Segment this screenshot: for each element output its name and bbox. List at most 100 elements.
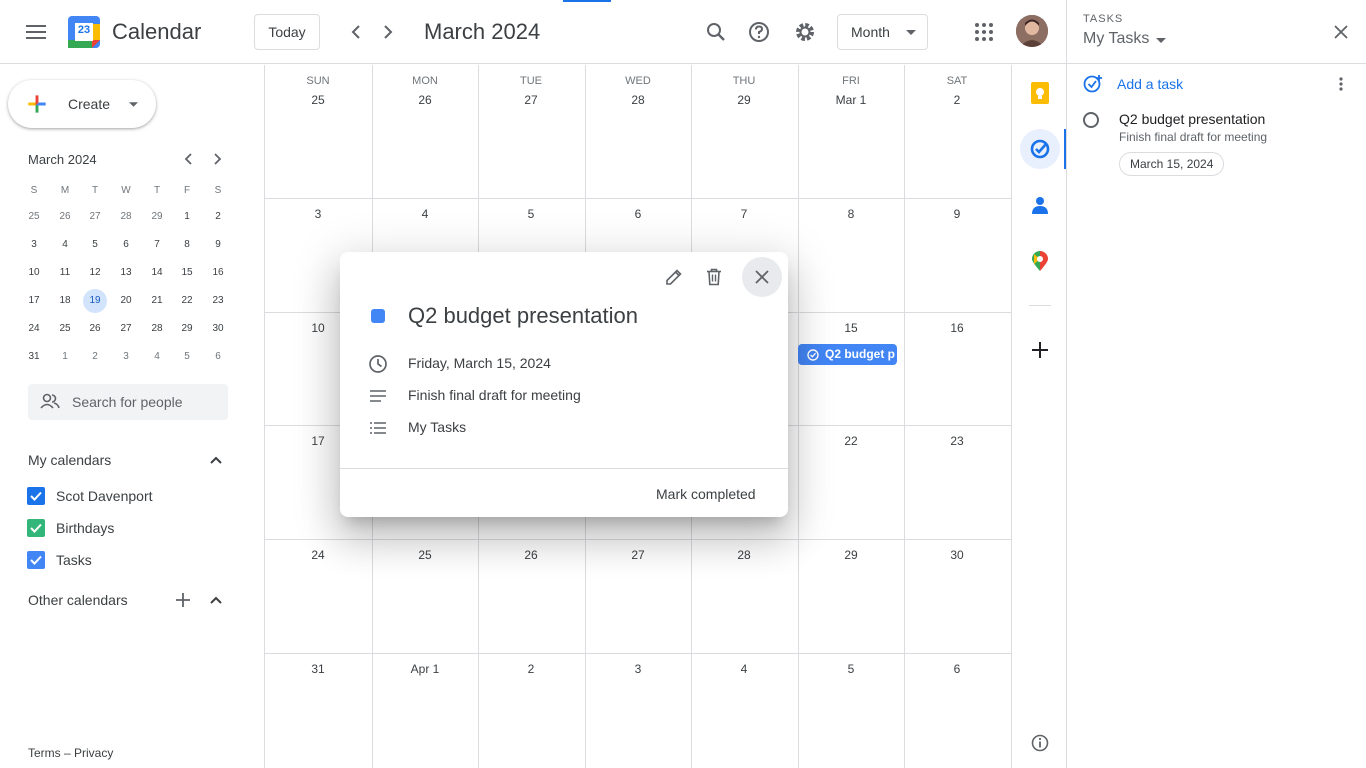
mini-calendar-day[interactable]: 24 [22,317,46,341]
mini-calendar-day[interactable]: 9 [206,233,230,257]
mini-calendar-day[interactable]: 22 [175,289,199,313]
day-number[interactable]: 4 [691,662,797,676]
day-number[interactable]: 26 [478,548,584,562]
today-button[interactable]: Today [254,14,320,50]
calendar-logo[interactable]: 23 [68,16,100,48]
avatar[interactable] [1016,15,1048,47]
task-list-selector[interactable]: My Tasks [1083,30,1183,52]
add-task-button[interactable]: Add a task [1083,72,1283,96]
show-side-panel-info-button[interactable] [1028,731,1052,755]
mini-calendar-day[interactable]: 12 [83,261,107,285]
day-number[interactable]: 5 [478,207,584,221]
day-number[interactable]: 25 [265,93,371,107]
mini-calendar-day[interactable]: 27 [114,317,138,341]
task-complete-checkbox[interactable] [1083,112,1099,128]
day-number[interactable]: 27 [585,548,691,562]
day-number[interactable]: 2 [478,662,584,676]
mini-calendar-day[interactable]: 1 [53,345,77,369]
mini-calendar-day[interactable]: 2 [83,345,107,369]
tasks-button[interactable] [1020,129,1060,169]
day-cell[interactable] [478,65,584,198]
day-number[interactable]: 26 [372,93,478,107]
day-number[interactable]: Apr 1 [372,662,478,676]
day-number[interactable]: 28 [691,548,797,562]
calendar-item-tasks[interactable]: Tasks [27,550,227,570]
day-number[interactable]: 5 [798,662,904,676]
mini-calendar-day[interactable]: 28 [114,205,138,229]
task-list-options-button[interactable] [1331,74,1351,94]
day-number[interactable]: 28 [585,93,691,107]
calendar-checkbox[interactable] [27,551,45,569]
calendar-checkbox[interactable] [27,487,45,505]
mini-calendar-day[interactable]: 25 [53,317,77,341]
task-item[interactable]: Q2 budget presentation Finish final draf… [1067,104,1366,180]
day-number[interactable]: 9 [904,207,1010,221]
contacts-button[interactable] [1020,185,1060,225]
mini-calendar-day[interactable]: 17 [22,289,46,313]
view-selector[interactable]: Month [837,14,928,50]
day-number[interactable]: 6 [585,207,691,221]
day-number[interactable]: 6 [904,662,1010,676]
day-number[interactable]: 7 [691,207,797,221]
day-number[interactable]: 30 [904,548,1010,562]
terms-privacy-links[interactable]: Terms – Privacy [28,746,113,760]
my-calendars-collapse-button[interactable] [204,450,228,470]
create-button[interactable]: Create [8,80,156,128]
calendar-item-scot-davenport[interactable]: Scot Davenport [27,486,227,506]
mini-calendar-day[interactable]: 18 [53,289,77,313]
day-number[interactable]: 2 [904,93,1010,107]
day-cell[interactable] [904,65,1010,198]
day-number[interactable]: 25 [372,548,478,562]
mini-calendar-day[interactable]: 10 [22,261,46,285]
mini-calendar-day[interactable]: 26 [83,317,107,341]
next-period-button[interactable] [368,12,408,52]
mini-calendar-day[interactable]: 14 [145,261,169,285]
mini-calendar-day[interactable]: 11 [53,261,77,285]
google-apps-button[interactable] [964,12,1004,52]
day-number[interactable]: 29 [691,93,797,107]
calendar-checkbox[interactable] [27,519,45,537]
mini-calendar-day[interactable]: 6 [206,345,230,369]
mini-calendar-day[interactable]: 15 [175,261,199,285]
mark-completed-button[interactable]: Mark completed [656,486,756,502]
keep-button[interactable] [1020,73,1060,113]
mini-calendar-day[interactable]: 30 [206,317,230,341]
mini-calendar-day[interactable]: 4 [53,233,77,257]
mini-calendar-day[interactable]: 25 [22,205,46,229]
settings-button[interactable] [785,12,825,52]
mini-calendar-day[interactable]: 16 [206,261,230,285]
mini-calendar-day[interactable]: 21 [145,289,169,313]
day-number[interactable]: 31 [265,662,371,676]
day-number[interactable]: Mar 1 [798,93,904,107]
search-button[interactable] [696,12,736,52]
mini-calendar-day[interactable]: 3 [114,345,138,369]
mini-calendar-today[interactable]: 19 [83,289,107,313]
search-people-field[interactable]: Search for people [28,384,228,420]
mini-calendar-day[interactable]: 28 [145,317,169,341]
mini-calendar-day[interactable]: 4 [145,345,169,369]
main-menu-button[interactable] [16,12,56,52]
mini-calendar-day[interactable]: 20 [114,289,138,313]
day-number[interactable]: 3 [265,207,371,221]
add-other-calendars-button[interactable] [172,589,194,611]
mini-calendar-prev-button[interactable] [176,147,200,171]
mini-calendar-day[interactable]: 23 [206,289,230,313]
day-cell[interactable] [691,65,797,198]
day-number[interactable]: 15 [798,321,904,335]
get-add-ons-button[interactable] [1020,330,1060,370]
mini-calendar-day[interactable]: 5 [83,233,107,257]
day-cell[interactable] [798,65,904,198]
day-number[interactable]: 23 [904,434,1010,448]
mini-calendar-day[interactable]: 31 [22,345,46,369]
event-chip-q2-budget[interactable]: Q2 budget p [798,344,897,365]
mini-calendar-day[interactable]: 5 [175,345,199,369]
mini-calendar-day[interactable]: 3 [22,233,46,257]
mini-calendar-day[interactable]: 6 [114,233,138,257]
mini-calendar-day[interactable]: 26 [53,205,77,229]
mini-calendar-day[interactable]: 29 [175,317,199,341]
mini-calendar-day[interactable]: 8 [175,233,199,257]
day-cell[interactable] [372,65,478,198]
mini-calendar-day[interactable]: 29 [145,205,169,229]
mini-calendar-next-button[interactable] [206,147,230,171]
day-number[interactable]: 29 [798,548,904,562]
